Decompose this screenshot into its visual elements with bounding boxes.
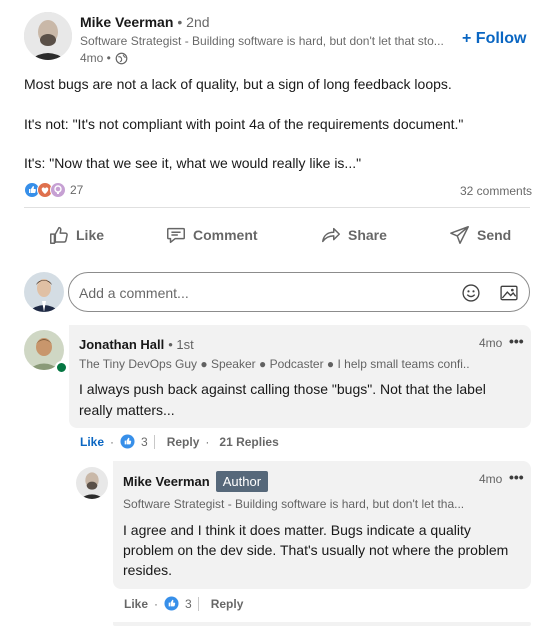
action-divider xyxy=(153,434,155,449)
comments-count[interactable]: 32 comments xyxy=(460,184,532,198)
like-button[interactable]: Like xyxy=(48,224,104,246)
post-text-line-3: It's: "Now that we see it, what we would… xyxy=(24,155,362,171)
author-badge: Author xyxy=(215,471,269,492)
post-text-line-1: Most bugs are not a lack of quality, but… xyxy=(24,76,452,92)
social-divider xyxy=(24,207,530,208)
current-user-avatar[interactable] xyxy=(24,272,64,312)
more-options-icon[interactable]: ••• xyxy=(509,469,524,485)
send-button[interactable]: Send xyxy=(449,224,511,246)
comment-bubble: Jonathan Hall • 1st The Tiny DevOps Guy … xyxy=(69,325,531,428)
emoji-icon[interactable] xyxy=(461,283,481,303)
reply-author-name[interactable]: Mike Veerman xyxy=(123,474,210,489)
reply-bubble: Mike Veerman Author Software Strategist … xyxy=(113,461,531,589)
comment-input-placeholder: Add a comment... xyxy=(79,285,189,301)
share-button[interactable]: Share xyxy=(320,224,387,246)
share-label: Share xyxy=(348,227,387,243)
post-author-tagline: Software Strategist - Building software … xyxy=(80,34,444,48)
online-status-dot xyxy=(55,361,68,374)
comment-text-line-2: really matters... xyxy=(79,402,175,418)
comment-author-tagline: The Tiny DevOps Guy ● Speaker ● Podcaste… xyxy=(79,357,469,371)
reply-author-tagline: Software Strategist - Building software … xyxy=(123,497,465,511)
comment-author-degree: • 1st xyxy=(168,337,194,352)
post-author-degree: • 2nd xyxy=(177,14,210,30)
comment-author-name[interactable]: Jonathan Hall xyxy=(79,337,164,352)
reactions-count: 27 xyxy=(70,183,84,197)
follow-button[interactable]: + Follow xyxy=(462,30,526,48)
comment-reaction-count[interactable]: 3 xyxy=(141,435,148,449)
post-author-avatar[interactable] xyxy=(24,12,72,60)
separator-dot: · xyxy=(110,434,115,449)
reply-text-line-3: resides. xyxy=(123,562,173,578)
more-options-icon[interactable]: ••• xyxy=(509,333,524,349)
comment-like-button[interactable]: Like xyxy=(80,435,104,449)
reply-like-reaction-icon xyxy=(164,596,179,611)
share-icon xyxy=(320,224,342,246)
send-label: Send xyxy=(477,227,512,243)
thumbs-up-icon xyxy=(48,224,70,246)
separator-dot: · xyxy=(205,434,210,449)
reply-author-avatar[interactable] xyxy=(76,467,108,499)
globe-icon xyxy=(115,52,128,65)
comment-timestamp: 4mo xyxy=(479,336,503,350)
post-timestamp: 4mo • xyxy=(80,51,111,65)
comment-reply-button[interactable]: Reply xyxy=(167,435,200,449)
comment-text-line-1: I always push back against calling those… xyxy=(79,381,486,397)
action-divider xyxy=(197,596,199,611)
send-icon xyxy=(449,224,471,246)
post-author-name[interactable]: Mike Veerman xyxy=(80,14,173,30)
comment-icon xyxy=(165,224,187,246)
comment-input[interactable]: Add a comment... xyxy=(68,272,530,312)
post-text-line-2: It's not: "It's not compliant with point… xyxy=(24,116,464,132)
separator-dot: · xyxy=(154,596,159,611)
comment-like-reaction-icon xyxy=(120,434,135,449)
reply-reply-button[interactable]: Reply xyxy=(211,597,244,611)
reply-text-line-2: problem on the dev side. That's usually … xyxy=(123,542,509,558)
reactions-summary[interactable]: 27 xyxy=(24,182,83,198)
like-label: Like xyxy=(76,227,105,243)
insightful-reaction-icon xyxy=(50,182,66,198)
comment-replies-link[interactable]: 21 Replies xyxy=(219,435,278,449)
comment-button[interactable]: Comment xyxy=(165,224,258,246)
comment-label: Comment xyxy=(193,227,258,243)
next-reply-bubble xyxy=(113,622,531,626)
reply-reaction-count[interactable]: 3 xyxy=(185,597,192,611)
reply-text-line-1: I agree and I think it does matter. Bugs… xyxy=(123,522,471,538)
reply-timestamp: 4mo xyxy=(479,472,503,486)
reply-like-button[interactable]: Like xyxy=(124,597,148,611)
image-icon[interactable] xyxy=(499,283,519,303)
